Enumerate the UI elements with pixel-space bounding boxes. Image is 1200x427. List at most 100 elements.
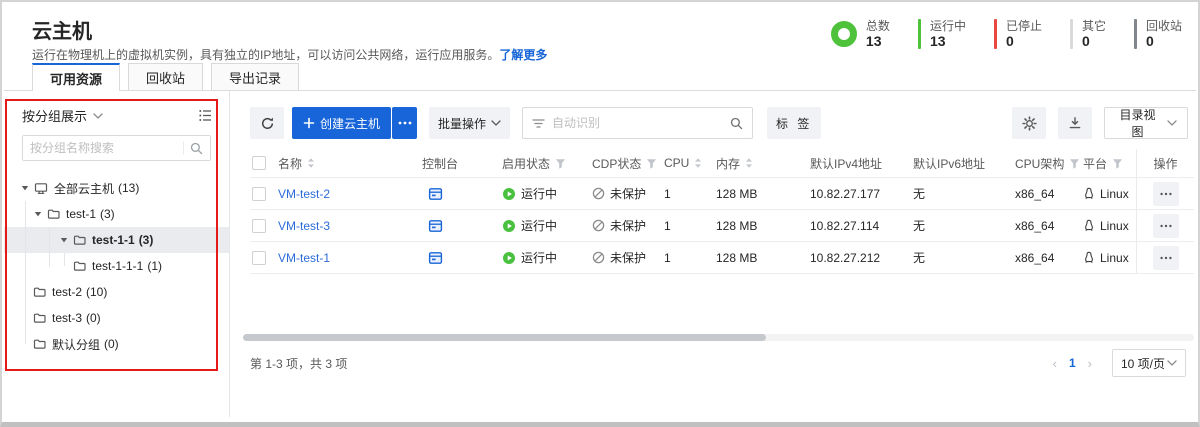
tag-button[interactable]: 标 签 <box>767 107 821 139</box>
cpu-cell: 1 <box>664 219 716 233</box>
tree-item-default-group[interactable]: 默认分组 (0) <box>4 331 229 357</box>
tree-item-label: test-3 <box>52 311 82 325</box>
filter-lines-icon[interactable] <box>532 118 545 129</box>
cpu-cell: 1 <box>664 187 716 201</box>
tab-export-records[interactable]: 导出记录 <box>211 63 299 90</box>
select-all-checkbox[interactable] <box>252 156 266 170</box>
console-icon[interactable] <box>428 187 443 201</box>
search-icon[interactable] <box>190 142 203 155</box>
group-mode-label: 按分组展示 <box>22 106 87 125</box>
prev-page-button[interactable]: ‹ <box>1051 356 1059 371</box>
tab-label: 导出记录 <box>229 68 281 87</box>
folder-icon <box>33 338 46 350</box>
batch-operations-button[interactable]: 批量操作 <box>429 107 510 139</box>
stat-label: 其它 <box>1082 19 1106 34</box>
learn-more-link[interactable]: 了解更多 <box>499 48 547 62</box>
stat-label: 运行中 <box>930 19 966 34</box>
stat-icon <box>831 21 857 47</box>
filter-icon[interactable] <box>555 158 566 169</box>
power-state-cell: 运行中 <box>502 185 592 202</box>
column-header-7: 默认IPv6地址 <box>913 155 1015 172</box>
sort-icon[interactable] <box>694 157 702 169</box>
table-header-row: 名称 控制台 启用状态 CDP状态 CPU 内存 默认IPv4地址 <box>250 149 1194 178</box>
column-header-4[interactable]: CPU <box>664 156 716 170</box>
row-checkbox-cell <box>250 187 278 201</box>
tree-item-count: (13) <box>118 181 139 195</box>
filter-icon[interactable] <box>1112 158 1123 169</box>
search-divider <box>183 141 184 155</box>
vm-name-link[interactable]: VM-test-1 <box>278 251 330 265</box>
view-mode-dropdown[interactable]: 目录视图 <box>1104 107 1188 139</box>
caret-down-icon[interactable] <box>20 183 34 193</box>
column-header-9[interactable]: 平台 <box>1083 155 1136 172</box>
tag-label: 标 签 <box>776 115 812 132</box>
tab-recycle-bin[interactable]: 回收站 <box>128 63 203 90</box>
folder-icon <box>73 234 86 246</box>
caret-down-icon[interactable] <box>33 209 47 219</box>
next-page-button[interactable]: › <box>1086 356 1094 371</box>
filter-icon[interactable] <box>646 158 657 169</box>
vm-name-link[interactable]: VM-test-3 <box>278 219 330 233</box>
column-header-label: CPU <box>664 156 689 170</box>
arch-cell: x86_64 <box>1015 187 1083 201</box>
tree-item-test-1-1[interactable]: test-1-1 (3) <box>4 227 229 253</box>
column-header-5[interactable]: 内存 <box>716 155 810 172</box>
column-header-label: 默认IPv6地址 <box>913 155 985 172</box>
column-header-3[interactable]: CDP状态 <box>592 155 664 172</box>
memory-cell: 128 MB <box>716 219 810 233</box>
tab-available-resources[interactable]: 可用资源 <box>32 63 120 91</box>
row-checkbox[interactable] <box>252 219 266 233</box>
table-row: VM-test-1 运行中 未保护 1 128 MB 10.82.27.212 … <box>250 242 1194 274</box>
refresh-button[interactable] <box>250 107 284 139</box>
vm-search-input[interactable] <box>552 116 723 130</box>
stat-other: 其它 0 <box>1070 19 1106 49</box>
sort-icon[interactable] <box>745 157 753 169</box>
tree-item-test-1-1-1[interactable]: test-1-1-1 (1) <box>4 253 229 279</box>
vm-name-link[interactable]: VM-test-2 <box>278 187 330 201</box>
page-size-select[interactable]: 10 项/页 <box>1112 349 1186 377</box>
console-icon[interactable] <box>428 219 443 233</box>
search-icon[interactable] <box>730 117 743 130</box>
row-actions-cell <box>1136 178 1194 209</box>
stat-icon <box>1070 19 1073 49</box>
create-vm-button[interactable]: 创建云主机 <box>292 107 391 139</box>
caret-down-icon[interactable] <box>59 235 73 245</box>
row-checkbox[interactable] <box>252 251 266 265</box>
row-checkbox[interactable] <box>252 187 266 201</box>
export-download-button[interactable] <box>1058 107 1092 139</box>
settings-button[interactable] <box>1012 107 1046 139</box>
platform-value: Linux <box>1100 187 1129 201</box>
page-number[interactable]: 1 <box>1069 356 1076 370</box>
platform-value: Linux <box>1100 251 1129 265</box>
column-header-8[interactable]: CPU架构 <box>1015 155 1083 172</box>
linux-penguin-icon <box>1083 187 1095 200</box>
group-search-input[interactable] <box>30 141 183 155</box>
tree-item-all-vms[interactable]: 全部云主机 (13) <box>4 175 229 201</box>
ellipsis-icon <box>398 121 412 125</box>
memory-cell: 128 MB <box>716 251 810 265</box>
row-more-actions-button[interactable] <box>1153 246 1179 270</box>
ipv6-cell: 无 <box>913 249 1015 266</box>
platform-cell: Linux <box>1083 219 1136 233</box>
row-more-actions-button[interactable] <box>1153 214 1179 238</box>
console-cell <box>422 187 502 201</box>
memory-value: 128 MB <box>716 219 757 233</box>
tree-list-view-icon[interactable] <box>198 108 213 123</box>
tree-item-test-3[interactable]: test-3 (0) <box>4 305 229 331</box>
horizontal-scrollbar <box>243 334 1194 341</box>
filter-icon[interactable] <box>1069 158 1080 169</box>
console-icon[interactable] <box>428 251 443 265</box>
column-header-2[interactable]: 启用状态 <box>502 155 592 172</box>
tree-item-label: test-2 <box>52 285 82 299</box>
group-mode-dropdown[interactable]: 按分组展示 <box>22 106 103 125</box>
column-header-0[interactable]: 名称 <box>278 155 422 172</box>
running-status-icon <box>502 187 516 201</box>
sort-icon[interactable] <box>307 157 315 169</box>
tree-item-test-1[interactable]: test-1 (3) <box>4 201 229 227</box>
more-actions-button[interactable] <box>392 107 417 139</box>
scrollbar-thumb[interactable] <box>243 334 766 341</box>
view-mode-label: 目录视图 <box>1115 106 1160 140</box>
tree-item-test-2[interactable]: test-2 (10) <box>4 279 229 305</box>
row-more-actions-button[interactable] <box>1153 182 1179 206</box>
cpu-value: 1 <box>664 219 671 233</box>
